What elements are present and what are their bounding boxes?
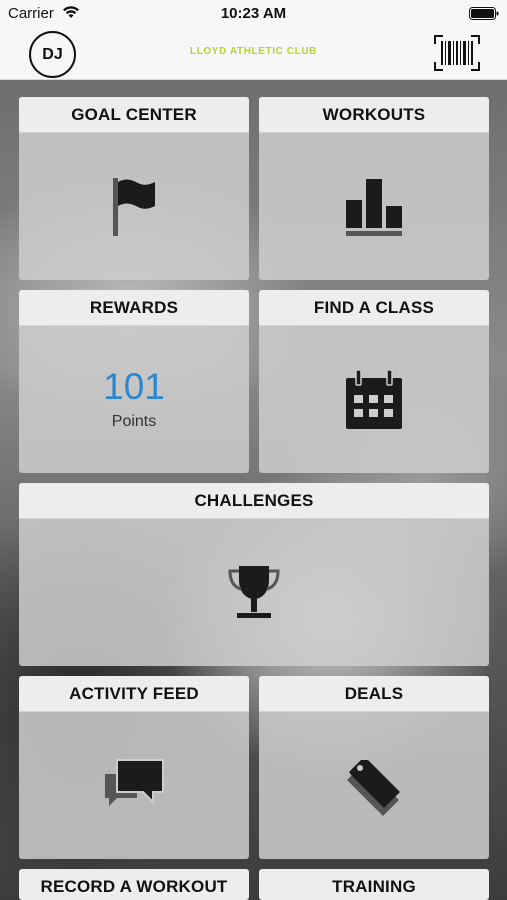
- find-a-class-tile[interactable]: FIND A CLASS: [259, 290, 489, 473]
- trophy-icon: [228, 565, 280, 618]
- barcode-icon[interactable]: [434, 35, 480, 71]
- activity-feed-tile[interactable]: ACTIVITY FEED: [19, 676, 249, 859]
- status-time: 10:23 AM: [220, 5, 287, 22]
- challenges-tile[interactable]: CHALLENGES: [19, 483, 489, 666]
- app-header: DJ LLOYD ATHLETIC CLUB: [0, 28, 507, 80]
- workouts-tile[interactable]: WORKOUTS: [259, 97, 489, 280]
- record-a-workout-tile[interactable]: RECORD A WORKOUT: [19, 869, 249, 900]
- rewards-tile[interactable]: REWARDS 101 Points: [19, 290, 249, 473]
- find-a-class-title: FIND A CLASS: [259, 290, 489, 326]
- record-a-workout-title: RECORD A WORKOUT: [19, 869, 249, 900]
- deals-title: DEALS: [259, 676, 489, 712]
- tag-icon: [347, 759, 400, 816]
- chat-bubbles-icon: [105, 758, 164, 806]
- deals-tile[interactable]: DEALS: [259, 676, 489, 859]
- training-title: TRAINING: [259, 869, 489, 900]
- training-tile[interactable]: TRAINING: [259, 869, 489, 900]
- rewards-title: REWARDS: [19, 290, 249, 326]
- goal-center-title: GOAL CENTER: [19, 97, 249, 133]
- club-title: LLOYD ATHLETIC CLUB: [190, 46, 317, 57]
- bar-chart-icon: [346, 178, 402, 236]
- workouts-title: WORKOUTS: [259, 97, 489, 133]
- goal-center-tile[interactable]: GOAL CENTER: [19, 97, 249, 280]
- calendar-icon: [346, 369, 402, 429]
- rewards-points-value: 101: [103, 366, 165, 407]
- flag-icon: [113, 177, 155, 236]
- battery-icon: [469, 7, 499, 20]
- status-bar: Carrier 10:23 AM: [0, 0, 507, 28]
- rewards-points-label: Points: [111, 413, 157, 430]
- activity-feed-title: ACTIVITY FEED: [19, 676, 249, 712]
- challenges-title: CHALLENGES: [19, 483, 489, 519]
